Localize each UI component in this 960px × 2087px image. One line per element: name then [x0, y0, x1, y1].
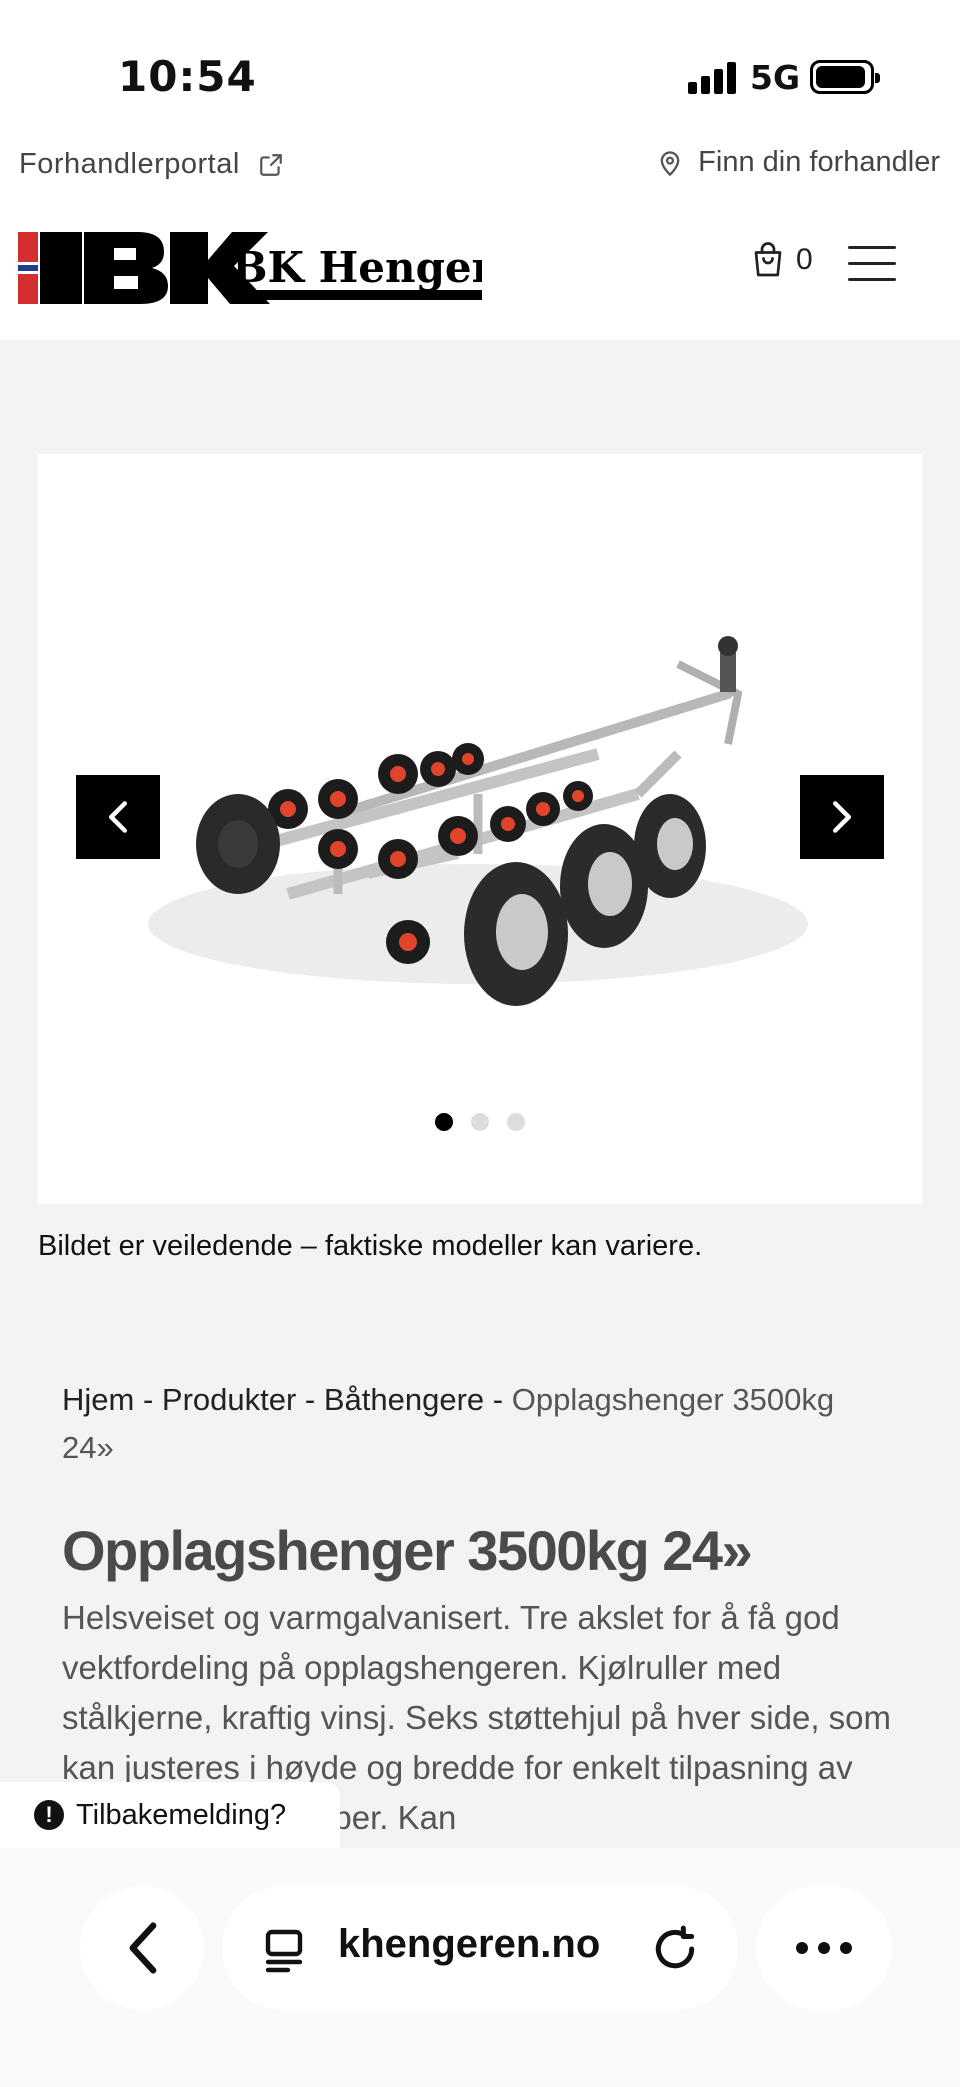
gallery-dot-1[interactable]	[435, 1113, 453, 1131]
breadcrumb-boat-trailers[interactable]: Båthengere	[324, 1382, 484, 1417]
top-links-bar: Forhandlerportal Finn din forhandler	[0, 138, 960, 194]
breadcrumb-separator: -	[484, 1382, 512, 1417]
breadcrumb-separator: -	[134, 1382, 162, 1417]
chevron-right-icon	[832, 801, 852, 833]
chevron-left-icon	[108, 801, 128, 833]
reload-icon[interactable]	[650, 1924, 700, 1974]
location-pin-icon	[660, 150, 680, 176]
cart-icon	[754, 242, 782, 277]
product-image-trailer	[148, 636, 808, 1006]
brand-logo-mark: BK Hengeren	[18, 232, 551, 304]
battery-icon	[810, 60, 880, 94]
external-link-icon	[259, 153, 282, 176]
product-image-gallery[interactable]	[38, 454, 922, 1204]
image-disclaimer: Bildet er veiledende – faktiske modeller…	[38, 1230, 703, 1262]
more-dots-icon[interactable]	[756, 1886, 892, 2010]
browser-url: khengeren.no	[338, 1922, 601, 1966]
cart-button[interactable]: 0	[750, 240, 813, 280]
alert-icon: !	[34, 1800, 64, 1830]
find-dealer-link[interactable]: Finn din forhandler	[656, 146, 940, 179]
status-time: 10:54	[118, 52, 257, 101]
status-bar: 10:54 5G	[0, 0, 960, 130]
gallery-dot-3[interactable]	[507, 1113, 525, 1131]
breadcrumb-home[interactable]: Hjem	[62, 1382, 134, 1417]
breadcrumb-separator: -	[296, 1382, 324, 1417]
feedback-button[interactable]: ! Tilbakemelding?	[0, 1782, 340, 1848]
browser-address-bar[interactable]: khengeren.no	[222, 1886, 738, 2010]
gallery-next-button[interactable]	[800, 775, 884, 859]
hamburger-menu-icon[interactable]	[848, 246, 896, 282]
breadcrumb: Hjem - Produkter - Båthengere - Opplagsh…	[62, 1376, 842, 1472]
breadcrumb-products[interactable]: Produkter	[162, 1382, 296, 1417]
brand-wordmark: BK Hengeren	[232, 243, 482, 292]
network-type: 5G	[750, 58, 801, 97]
dealer-portal-label: Forhandlerportal	[19, 148, 240, 180]
gallery-dot-2[interactable]	[471, 1113, 489, 1131]
feedback-label: Tilbakemelding?	[76, 1798, 287, 1831]
tabs-icon	[265, 1929, 303, 1973]
product-page-main: Bildet er veiledende – faktiske modeller…	[0, 340, 960, 1900]
browser-toolbar: khengeren.no	[0, 1848, 960, 2087]
cart-count: 0	[796, 243, 813, 276]
signal-icon	[688, 62, 738, 94]
gallery-prev-button[interactable]	[76, 775, 160, 859]
dealer-portal-link[interactable]: Forhandlerportal	[19, 148, 284, 181]
site-header: BK Hengeren 0	[0, 210, 960, 340]
find-dealer-label: Finn din forhandler	[698, 146, 940, 178]
product-title: Opplagshenger 3500kg 24»	[62, 1519, 753, 1582]
browser-back-button[interactable]	[80, 1886, 204, 2010]
gallery-pagination	[435, 1113, 525, 1131]
back-chevron-icon	[129, 1922, 157, 1974]
brand-logo[interactable]: BK Hengeren	[18, 228, 551, 314]
